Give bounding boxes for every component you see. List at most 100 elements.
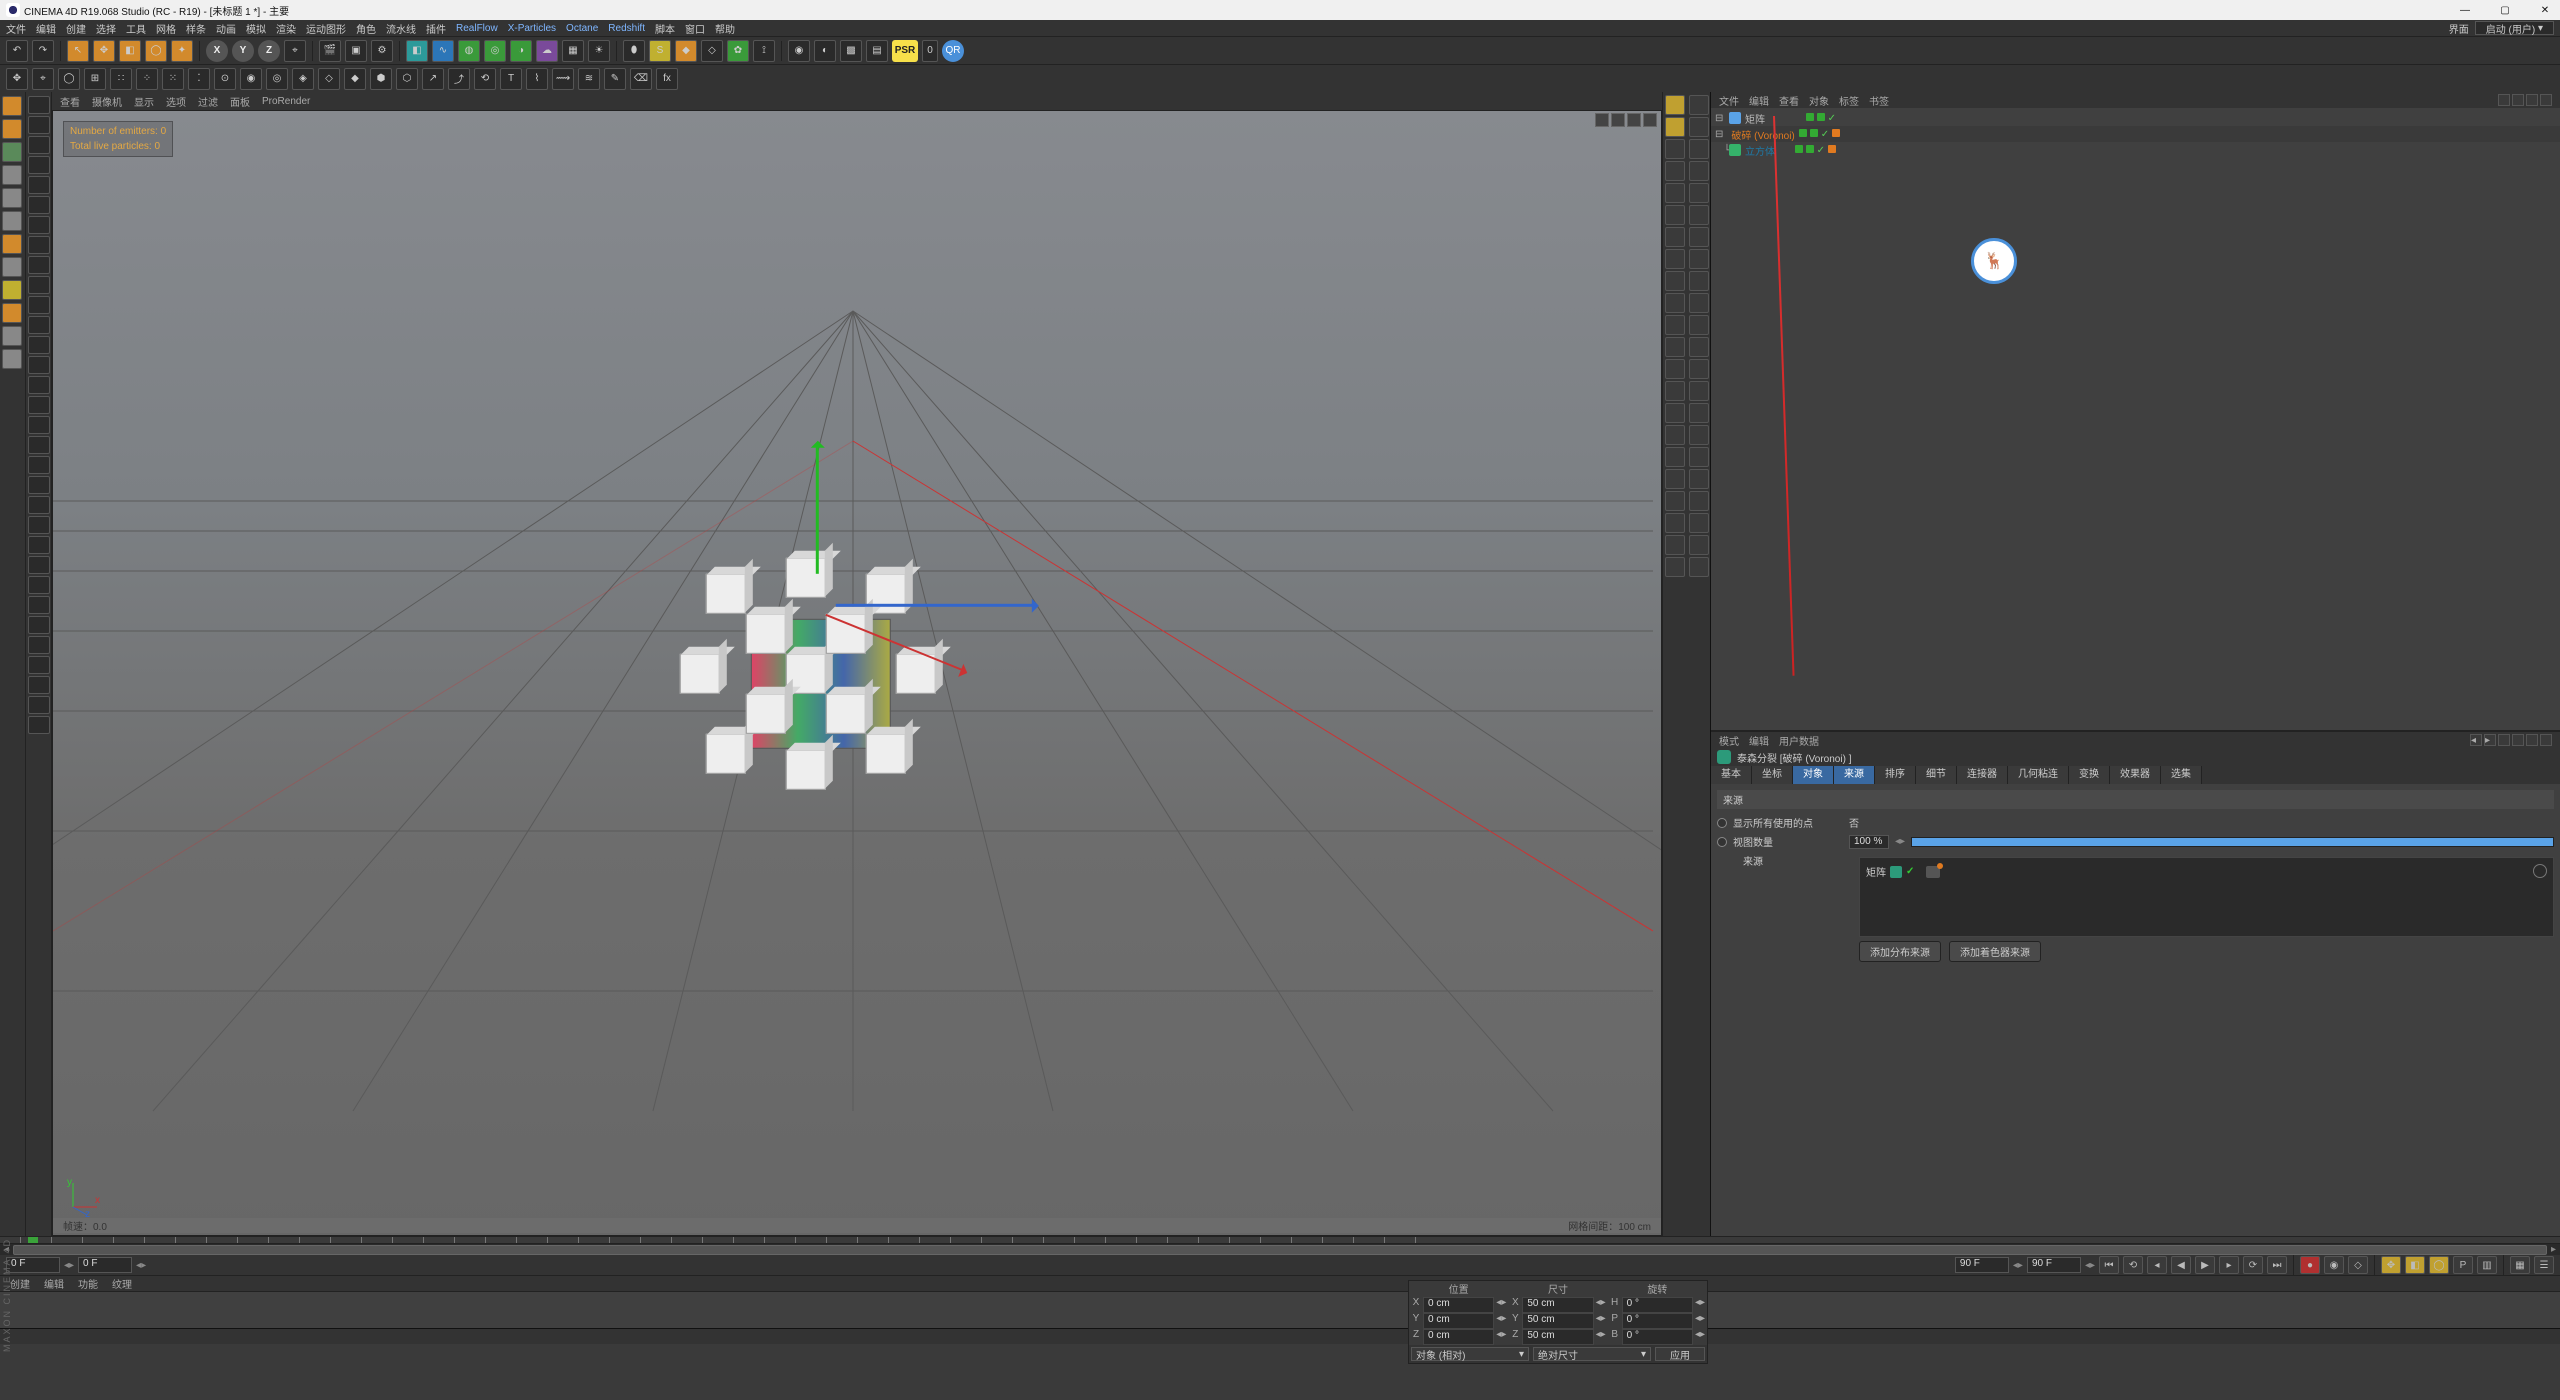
material-manager[interactable] [0,1291,2560,1328]
timeline-playhead[interactable] [28,1237,38,1243]
script-button[interactable]: S [649,40,671,62]
side-tool-icon[interactable] [1689,293,1709,313]
mode-icon[interactable] [2,326,22,346]
material-menu-item[interactable]: 编辑 [44,1276,64,1291]
snap-icon[interactable] [28,356,50,374]
snap-icon[interactable] [28,276,50,294]
menu-item[interactable]: 运动图形 [306,21,346,36]
perspective-viewport[interactable]: Number of emitters: 0 Total live particl… [52,110,1662,1236]
snap-icon[interactable] [28,96,50,114]
maximize-button[interactable]: ▢ [2496,3,2514,17]
tool-icon[interactable]: ⁚ [188,68,210,90]
step-fwd-button[interactable]: ⟳ [2243,1256,2263,1274]
am-icon2[interactable] [2512,734,2524,746]
visibility-render-icon[interactable] [1810,129,1818,137]
move-tool[interactable]: ✥ [93,40,115,62]
snap-icon[interactable] [28,416,50,434]
viewport-menu-item[interactable]: 查看 [60,94,80,109]
coord-size-field[interactable]: 50 cm [1522,1313,1593,1329]
tree-row[interactable]: └ 立方体 ✓ [1711,142,2560,158]
om-icon1[interactable] [2498,94,2510,106]
list-icon[interactable]: ☰ [2534,1256,2554,1274]
menu-item[interactable]: 渲染 [276,21,296,36]
snap-icon[interactable] [28,676,50,694]
menu-item[interactable]: 角色 [356,21,376,36]
tool-icon[interactable]: ⁘ [136,68,158,90]
step-back-button[interactable]: ⟲ [2123,1256,2143,1274]
snap-icon[interactable] [28,376,50,394]
menu-item[interactable]: 帮助 [715,21,735,36]
key-pla-button[interactable]: ▥ [2477,1256,2497,1274]
visibility-editor-icon[interactable] [1799,129,1807,137]
layout-dropdown[interactable]: 启动 (用户) ▾ [2475,21,2554,35]
snap-icon[interactable] [28,216,50,234]
attribute-tab[interactable]: 来源 [1834,766,1875,784]
object-label[interactable]: 破碎 (Voronoi) [1731,127,1794,142]
side-tool-icon[interactable] [1689,139,1709,159]
menu-item[interactable]: RealFlow [456,23,498,34]
source-target-icon[interactable] [2533,864,2547,878]
tool-icon[interactable]: ⌖ [32,68,54,90]
axis-x-toggle[interactable]: X [206,40,228,62]
add-shader-button[interactable]: 添加着色器来源 [1949,941,2041,962]
coord-pos-field[interactable]: 0 cm [1423,1313,1494,1329]
axis-z-toggle[interactable]: Z [258,40,280,62]
am-icon4[interactable] [2540,734,2552,746]
menu-item[interactable]: 样条 [186,21,206,36]
side-tool-icon[interactable] [1665,359,1685,379]
tool-icon[interactable]: ⬡ [396,68,418,90]
side-tool-icon[interactable] [1689,557,1709,577]
om-menu-item[interactable]: 查看 [1779,93,1799,108]
minimize-button[interactable]: — [2456,3,2474,17]
coord-rot-field[interactable]: 0 ° [1622,1329,1693,1345]
tool-icon[interactable]: ◉ [240,68,262,90]
side-tool-icon[interactable] [1665,227,1685,247]
side-tool-icon[interactable] [1665,469,1685,489]
tool-icon[interactable]: ∷ [110,68,132,90]
snap-icon[interactable] [28,496,50,514]
side-tool-icon[interactable] [1689,337,1709,357]
primitive-button[interactable]: ◧ [406,40,428,62]
plugin3-icon[interactable]: ✿ [727,40,749,62]
mode-icon[interactable] [2,280,22,300]
snap-icon[interactable] [28,616,50,634]
side-tool-icon[interactable] [1665,403,1685,423]
tool-icon[interactable]: ⬢ [370,68,392,90]
add-distribution-button[interactable]: 添加分布来源 [1859,941,1941,962]
attribute-tab[interactable]: 变换 [2069,766,2110,784]
play-forward-button[interactable]: ▶ [2195,1256,2215,1274]
tool-icon[interactable]: ✎ [604,68,626,90]
plugin7-icon[interactable]: ▩ [840,40,862,62]
light-button[interactable]: ☀ [588,40,610,62]
om-icon2[interactable] [2512,94,2524,106]
tree-row[interactable]: ⊟ 矩阵 ✓ [1711,110,2560,126]
side-tool-icon[interactable] [1665,491,1685,511]
side-tool-icon[interactable] [1665,447,1685,467]
am-nav-next-icon[interactable]: ▸ [2484,734,2496,746]
attribute-tab[interactable]: 选集 [2161,766,2202,784]
coord-pos-field[interactable]: 0 cm [1423,1297,1494,1313]
attribute-tab[interactable]: 效果器 [2110,766,2161,784]
coord-apply-button[interactable]: 应用 [1655,1347,1705,1361]
material-menu-item[interactable]: 创建 [10,1276,30,1291]
side-tool-icon[interactable] [1689,491,1709,511]
viewport-menu-item[interactable]: ProRender [262,96,310,107]
tool-icon[interactable]: ◯ [58,68,80,90]
om-menu-item[interactable]: 标签 [1839,93,1859,108]
coord-rot-field[interactable]: 0 ° [1622,1313,1693,1329]
mode-icon[interactable] [2,211,22,231]
snap-icon[interactable] [28,636,50,654]
side-tool-icon[interactable] [1665,381,1685,401]
snap-icon[interactable] [28,456,50,474]
side-tool-icon[interactable] [1689,117,1709,137]
snap-icon[interactable] [28,656,50,674]
side-tool-icon[interactable] [1665,535,1685,555]
snap-icon[interactable] [28,556,50,574]
deformer-button[interactable]: ◑ [510,40,532,62]
grid-icon[interactable]: ▦ [2510,1256,2530,1274]
side-tool-icon[interactable] [1665,337,1685,357]
generator-button[interactable]: ◍ [458,40,480,62]
tool-icon[interactable]: ⟿ [552,68,574,90]
prev-frame-button[interactable]: ◂ [2147,1256,2167,1274]
expand-icon[interactable]: ⊟ [1715,129,1723,140]
